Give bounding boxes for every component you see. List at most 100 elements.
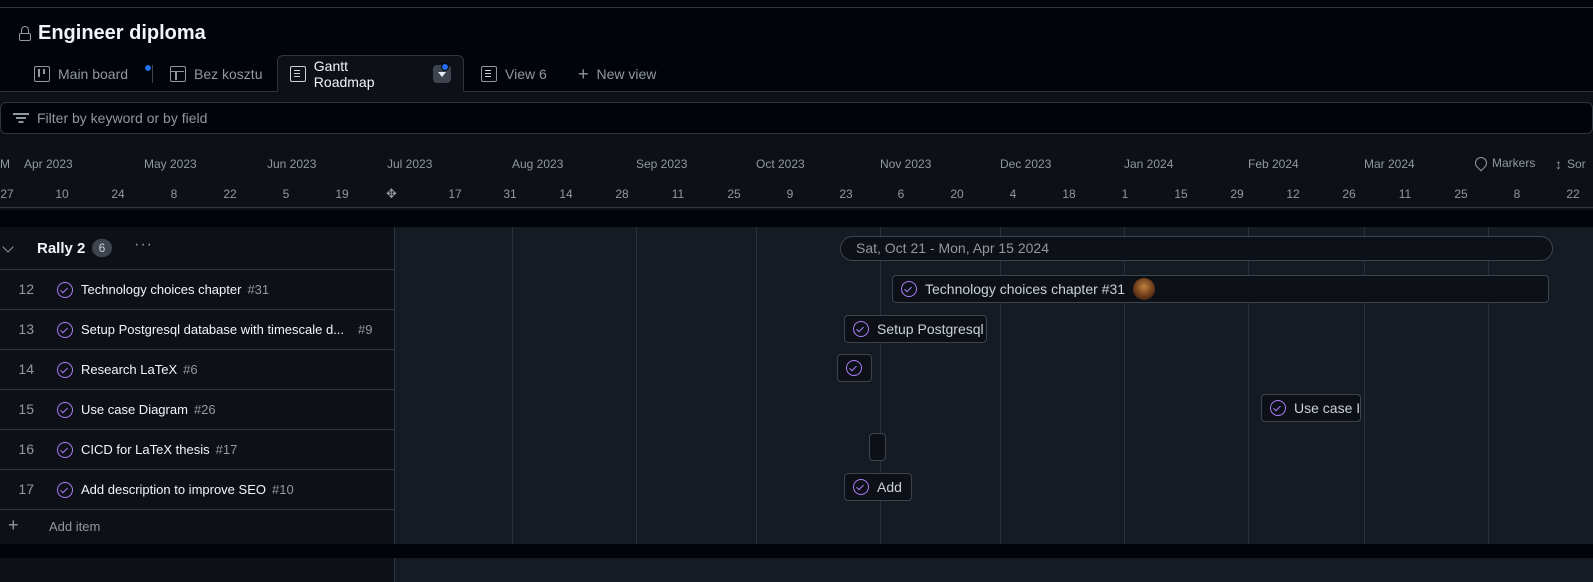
day-label: 28 — [615, 187, 629, 201]
day-label: 26 — [1342, 187, 1356, 201]
gantt-bar[interactable]: Add — [844, 473, 912, 501]
group-date-range[interactable]: Sat, Oct 21 - Mon, Apr 15 2024 — [840, 236, 1553, 261]
filter-input[interactable]: Filter by keyword or by field — [0, 102, 1593, 134]
issue-number: #31 — [247, 282, 270, 297]
day-label: 15 — [1174, 187, 1188, 201]
next-group-row — [0, 558, 395, 582]
month-label: Mar 2024 — [1364, 157, 1415, 171]
day-label: 17 — [448, 187, 462, 201]
tab-divider — [152, 65, 153, 83]
day-label: 14 — [559, 187, 573, 201]
day-label: 31 — [503, 187, 517, 201]
issue-open-icon — [57, 402, 73, 418]
day-label: 10 — [55, 187, 69, 201]
bar-label: Use case I — [1294, 400, 1361, 416]
day-label: 6 — [897, 187, 905, 201]
gantt-bar[interactable] — [837, 354, 872, 382]
month-gridline — [512, 227, 513, 544]
day-label: 11 — [1398, 187, 1412, 201]
day-label: 29 — [1230, 187, 1244, 201]
day-label: 22 — [1566, 187, 1580, 201]
group-separator — [0, 210, 1593, 227]
month-label: Jul 2023 — [387, 157, 433, 171]
day-label: 4 — [1009, 187, 1017, 201]
markers-button[interactable]: Markers — [1472, 154, 1536, 172]
chevron-down-icon[interactable] — [2, 241, 14, 253]
item-title[interactable]: Technology choices chapter #31 — [81, 282, 269, 297]
day-label: 8 — [1513, 187, 1521, 201]
bar-label: Technology choices chapter #31 — [925, 281, 1126, 297]
timeline-header: M Apr 2023 May 2023 Jun 2023 Jul 2023 Au… — [0, 150, 1593, 208]
item-title[interactable]: Setup Postgresql database with timescale… — [81, 322, 373, 337]
count-badge: 6 — [92, 239, 112, 257]
roadmap-icon — [290, 65, 306, 82]
tab-main-board[interactable]: Main board — [22, 55, 152, 92]
issue-open-icon — [853, 321, 869, 337]
unsaved-dot — [441, 63, 449, 71]
top-border — [0, 7, 1593, 8]
item-title[interactable]: Research LaTeX #6 — [81, 362, 198, 377]
month-label: Jan 2024 — [1124, 157, 1174, 171]
plus-icon: + — [8, 515, 19, 535]
table-row[interactable]: 16 CICD for LaTeX thesis #17 — [0, 430, 395, 470]
view-tabs: Main board Bez kosztu Gantt Roadmap View… — [0, 55, 1593, 92]
row-number: 12 — [18, 281, 34, 297]
gantt-bar[interactable]: Technology choices chapter #31 — [892, 275, 1549, 303]
day-label: 20 — [950, 187, 964, 201]
item-title[interactable]: CICD for LaTeX thesis #17 — [81, 442, 237, 457]
tab-bez-kosztu[interactable]: Bez kosztu — [158, 55, 274, 92]
bar-label: Setup Postgresql — [877, 321, 984, 337]
day-label: 1 — [1121, 187, 1129, 201]
issue-open-icon — [901, 281, 917, 297]
issue-number: #17 — [215, 442, 238, 457]
issue-number: #10 — [271, 482, 294, 497]
row-number: 14 — [18, 361, 34, 377]
tab-gantt-roadmap[interactable]: Gantt Roadmap — [277, 55, 464, 92]
roadmap-icon — [481, 65, 497, 82]
item-list: Rally 2 6 ··· 12 Technology choices chap… — [0, 227, 395, 544]
issue-open-icon — [57, 282, 73, 298]
plus-icon: + — [578, 63, 589, 84]
markers-label: Markers — [1492, 156, 1536, 170]
month-label: Oct 2023 — [756, 157, 805, 171]
month-label: Jun 2023 — [267, 157, 317, 171]
gantt-bar[interactable]: Setup Postgresql — [844, 315, 987, 343]
month-label: May 2023 — [144, 157, 197, 171]
month-label: Feb 2024 — [1248, 157, 1299, 171]
table-row[interactable]: 13 Setup Postgresql database with timesc… — [0, 310, 395, 350]
issue-number: #26 — [193, 402, 216, 417]
group-separator — [0, 544, 1593, 558]
drag-handle-icon[interactable]: ✥ — [386, 186, 397, 202]
board-icon — [34, 65, 50, 82]
table-row[interactable]: 15 Use case Diagram #26 — [0, 390, 395, 430]
item-title[interactable]: Add description to improve SEO #10 — [81, 482, 294, 497]
day-label: 12 — [1286, 187, 1300, 201]
table-row[interactable]: 12 Technology choices chapter #31 — [0, 270, 395, 310]
issue-open-icon — [57, 322, 73, 338]
day-label: 9 — [786, 187, 794, 201]
issue-open-icon — [57, 362, 73, 378]
gantt-bar[interactable]: Use case I — [1261, 394, 1361, 422]
gantt-bar[interactable] — [869, 433, 886, 461]
group-header: Rally 2 6 ··· — [0, 227, 395, 270]
new-view-button[interactable]: + New view — [566, 55, 668, 92]
tab-label: Bez kosztu — [194, 65, 263, 82]
table-icon — [170, 65, 186, 82]
item-title[interactable]: Use case Diagram #26 — [81, 402, 216, 417]
month-label: Aug 2023 — [512, 157, 564, 171]
sort-button[interactable]: ↕ Sor — [1555, 156, 1586, 172]
sort-icon: ↕ — [1555, 156, 1562, 172]
table-row[interactable]: 14 Research LaTeX #6 — [0, 350, 395, 390]
lock-icon — [18, 25, 32, 42]
day-label: 18 — [1062, 187, 1076, 201]
table-row[interactable]: 17 Add description to improve SEO #10 — [0, 470, 395, 510]
month-label: Dec 2023 — [1000, 157, 1052, 171]
day-label: 24 — [111, 187, 125, 201]
month-label: Nov 2023 — [880, 157, 932, 171]
issue-open-icon — [853, 479, 869, 495]
tab-view-6[interactable]: View 6 — [469, 55, 559, 92]
add-item-button[interactable]: + Add item — [0, 509, 395, 544]
row-number: 16 — [18, 441, 34, 457]
more-options-button[interactable]: ··· — [134, 236, 153, 254]
day-label: 27 — [0, 187, 14, 201]
